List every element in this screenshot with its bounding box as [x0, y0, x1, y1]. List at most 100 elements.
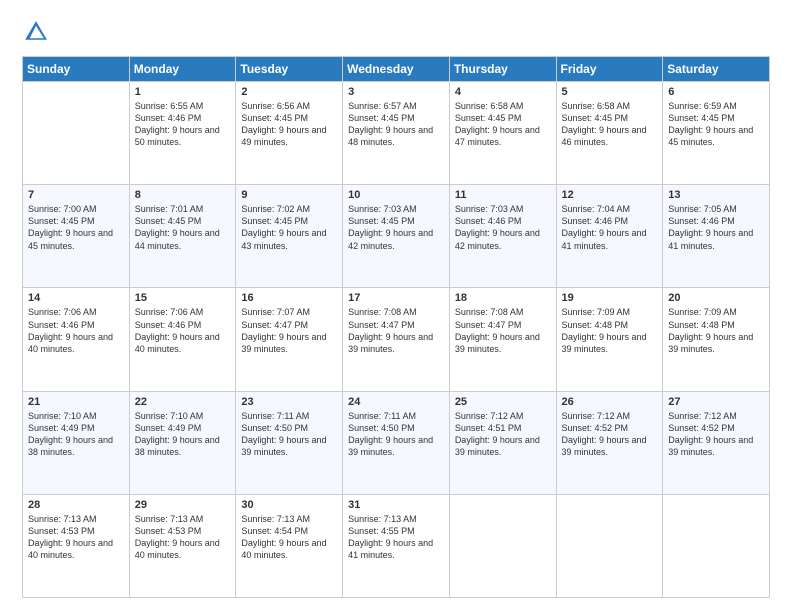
week-row-1: 1Sunrise: 6:55 AMSunset: 4:46 PMDaylight… [23, 82, 770, 185]
day-cell: 9 Sunrise: 7:02 AMSunset: 4:45 PMDaylight… [236, 185, 343, 288]
week-row-5: 28Sunrise: 7:13 AMSunset: 4:53 PMDayligh… [23, 494, 770, 597]
day-info: Sunrise: 7:03 AMSunset: 4:46 PMDaylight:… [455, 204, 540, 250]
day-info: Sunrise: 7:13 AMSunset: 4:55 PMDaylight:… [348, 514, 433, 560]
day-info: Sunrise: 7:08 AMSunset: 4:47 PMDaylight:… [455, 307, 540, 353]
day-number: 31 [348, 499, 444, 511]
day-info: Sunrise: 7:10 AMSunset: 4:49 PMDaylight:… [135, 411, 220, 457]
day-cell: 21 Sunrise: 7:10 AMSunset: 4:49 PMDayligh… [23, 391, 130, 494]
day-number: 10 [348, 189, 444, 201]
day-cell: 16Sunrise: 7:07 AMSunset: 4:47 PMDayligh… [236, 288, 343, 391]
day-cell: 18 Sunrise: 7:08 AMSunset: 4:47 PMDayligh… [449, 288, 556, 391]
col-header-wednesday: Wednesday [343, 57, 450, 82]
day-info: Sunrise: 6:56 AMSunset: 4:45 PMDaylight:… [241, 101, 326, 147]
day-number: 16 [241, 292, 337, 304]
col-header-monday: Monday [129, 57, 236, 82]
day-info: Sunrise: 7:12 AMSunset: 4:52 PMDaylight:… [562, 411, 647, 457]
day-info: Sunrise: 7:05 AMSunset: 4:46 PMDaylight:… [668, 204, 753, 250]
day-cell: 28Sunrise: 7:13 AMSunset: 4:53 PMDayligh… [23, 494, 130, 597]
day-info: Sunrise: 7:09 AMSunset: 4:48 PMDaylight:… [668, 307, 753, 353]
day-info: Sunrise: 7:00 AMSunset: 4:45 PMDaylight:… [28, 204, 113, 250]
day-cell: 22 Sunrise: 7:10 AMSunset: 4:49 PMDayligh… [129, 391, 236, 494]
day-number: 11 [455, 189, 551, 201]
day-info: Sunrise: 7:13 AMSunset: 4:53 PMDaylight:… [28, 514, 113, 560]
day-cell: 5 Sunrise: 6:58 AMSunset: 4:45 PMDaylight… [556, 82, 663, 185]
week-row-4: 21 Sunrise: 7:10 AMSunset: 4:49 PMDayligh… [23, 391, 770, 494]
day-number: 25 [455, 396, 551, 408]
day-number: 9 [241, 189, 337, 201]
week-row-3: 14 Sunrise: 7:06 AMSunset: 4:46 PMDayligh… [23, 288, 770, 391]
day-number: 30 [241, 499, 337, 511]
day-info: Sunrise: 7:12 AMSunset: 4:51 PMDaylight:… [455, 411, 540, 457]
day-number: 2 [241, 86, 337, 98]
logo [22, 18, 54, 46]
day-cell: 8 Sunrise: 7:01 AMSunset: 4:45 PMDaylight… [129, 185, 236, 288]
day-cell: 11 Sunrise: 7:03 AMSunset: 4:46 PMDayligh… [449, 185, 556, 288]
col-header-friday: Friday [556, 57, 663, 82]
day-cell: 17 Sunrise: 7:08 AMSunset: 4:47 PMDayligh… [343, 288, 450, 391]
day-info: Sunrise: 7:04 AMSunset: 4:46 PMDaylight:… [562, 204, 647, 250]
day-info: Sunrise: 7:06 AMSunset: 4:46 PMDaylight:… [135, 307, 220, 353]
day-number: 7 [28, 189, 124, 201]
day-cell: 26 Sunrise: 7:12 AMSunset: 4:52 PMDayligh… [556, 391, 663, 494]
day-number: 20 [668, 292, 764, 304]
day-info: Sunrise: 6:58 AMSunset: 4:45 PMDaylight:… [455, 101, 540, 147]
col-header-sunday: Sunday [23, 57, 130, 82]
week-row-2: 7 Sunrise: 7:00 AMSunset: 4:45 PMDaylight… [23, 185, 770, 288]
col-header-thursday: Thursday [449, 57, 556, 82]
day-info: Sunrise: 7:10 AMSunset: 4:49 PMDaylight:… [28, 411, 113, 457]
day-cell [663, 494, 770, 597]
day-number: 24 [348, 396, 444, 408]
header [22, 18, 770, 46]
day-info: Sunrise: 6:55 AMSunset: 4:46 PMDaylight:… [135, 101, 220, 147]
day-number: 15 [135, 292, 231, 304]
day-info: Sunrise: 7:13 AMSunset: 4:53 PMDaylight:… [135, 514, 220, 560]
day-number: 26 [562, 396, 658, 408]
day-number: 5 [562, 86, 658, 98]
day-cell [23, 82, 130, 185]
day-number: 18 [455, 292, 551, 304]
day-info: Sunrise: 7:12 AMSunset: 4:52 PMDaylight:… [668, 411, 753, 457]
day-number: 22 [135, 396, 231, 408]
day-number: 3 [348, 86, 444, 98]
day-cell: 27 Sunrise: 7:12 AMSunset: 4:52 PMDayligh… [663, 391, 770, 494]
day-number: 4 [455, 86, 551, 98]
logo-icon [22, 18, 50, 46]
day-number: 14 [28, 292, 124, 304]
page: SundayMondayTuesdayWednesdayThursdayFrid… [0, 0, 792, 612]
day-info: Sunrise: 7:08 AMSunset: 4:47 PMDaylight:… [348, 307, 433, 353]
day-cell: 1Sunrise: 6:55 AMSunset: 4:46 PMDaylight… [129, 82, 236, 185]
day-info: Sunrise: 7:01 AMSunset: 4:45 PMDaylight:… [135, 204, 220, 250]
day-info: Sunrise: 6:57 AMSunset: 4:45 PMDaylight:… [348, 101, 433, 147]
day-cell: 20 Sunrise: 7:09 AMSunset: 4:48 PMDayligh… [663, 288, 770, 391]
day-cell: 2 Sunrise: 6:56 AMSunset: 4:45 PMDaylight… [236, 82, 343, 185]
calendar-table: SundayMondayTuesdayWednesdayThursdayFrid… [22, 56, 770, 598]
day-number: 12 [562, 189, 658, 201]
day-cell: 29 Sunrise: 7:13 AMSunset: 4:53 PMDayligh… [129, 494, 236, 597]
col-header-tuesday: Tuesday [236, 57, 343, 82]
day-info: Sunrise: 7:03 AMSunset: 4:45 PMDaylight:… [348, 204, 433, 250]
day-cell: 7 Sunrise: 7:00 AMSunset: 4:45 PMDaylight… [23, 185, 130, 288]
day-info: Sunrise: 6:58 AMSunset: 4:45 PMDaylight:… [562, 101, 647, 147]
day-cell: 3 Sunrise: 6:57 AMSunset: 4:45 PMDaylight… [343, 82, 450, 185]
day-cell: 30 Sunrise: 7:13 AMSunset: 4:54 PMDayligh… [236, 494, 343, 597]
day-cell: 6 Sunrise: 6:59 AMSunset: 4:45 PMDaylight… [663, 82, 770, 185]
day-info: Sunrise: 6:59 AMSunset: 4:45 PMDaylight:… [668, 101, 753, 147]
day-info: Sunrise: 7:02 AMSunset: 4:45 PMDaylight:… [241, 204, 326, 250]
day-number: 17 [348, 292, 444, 304]
day-cell [556, 494, 663, 597]
day-number: 27 [668, 396, 764, 408]
day-info: Sunrise: 7:11 AMSunset: 4:50 PMDaylight:… [241, 411, 326, 457]
day-info: Sunrise: 7:06 AMSunset: 4:46 PMDaylight:… [28, 307, 113, 353]
day-cell: 19Sunrise: 7:09 AMSunset: 4:48 PMDayligh… [556, 288, 663, 391]
col-header-saturday: Saturday [663, 57, 770, 82]
day-number: 21 [28, 396, 124, 408]
day-cell: 24Sunrise: 7:11 AMSunset: 4:50 PMDayligh… [343, 391, 450, 494]
day-info: Sunrise: 7:13 AMSunset: 4:54 PMDaylight:… [241, 514, 326, 560]
day-cell [449, 494, 556, 597]
day-cell: 12 Sunrise: 7:04 AMSunset: 4:46 PMDayligh… [556, 185, 663, 288]
day-number: 8 [135, 189, 231, 201]
day-number: 6 [668, 86, 764, 98]
day-cell: 13Sunrise: 7:05 AMSunset: 4:46 PMDayligh… [663, 185, 770, 288]
day-number: 29 [135, 499, 231, 511]
day-cell: 15 Sunrise: 7:06 AMSunset: 4:46 PMDayligh… [129, 288, 236, 391]
